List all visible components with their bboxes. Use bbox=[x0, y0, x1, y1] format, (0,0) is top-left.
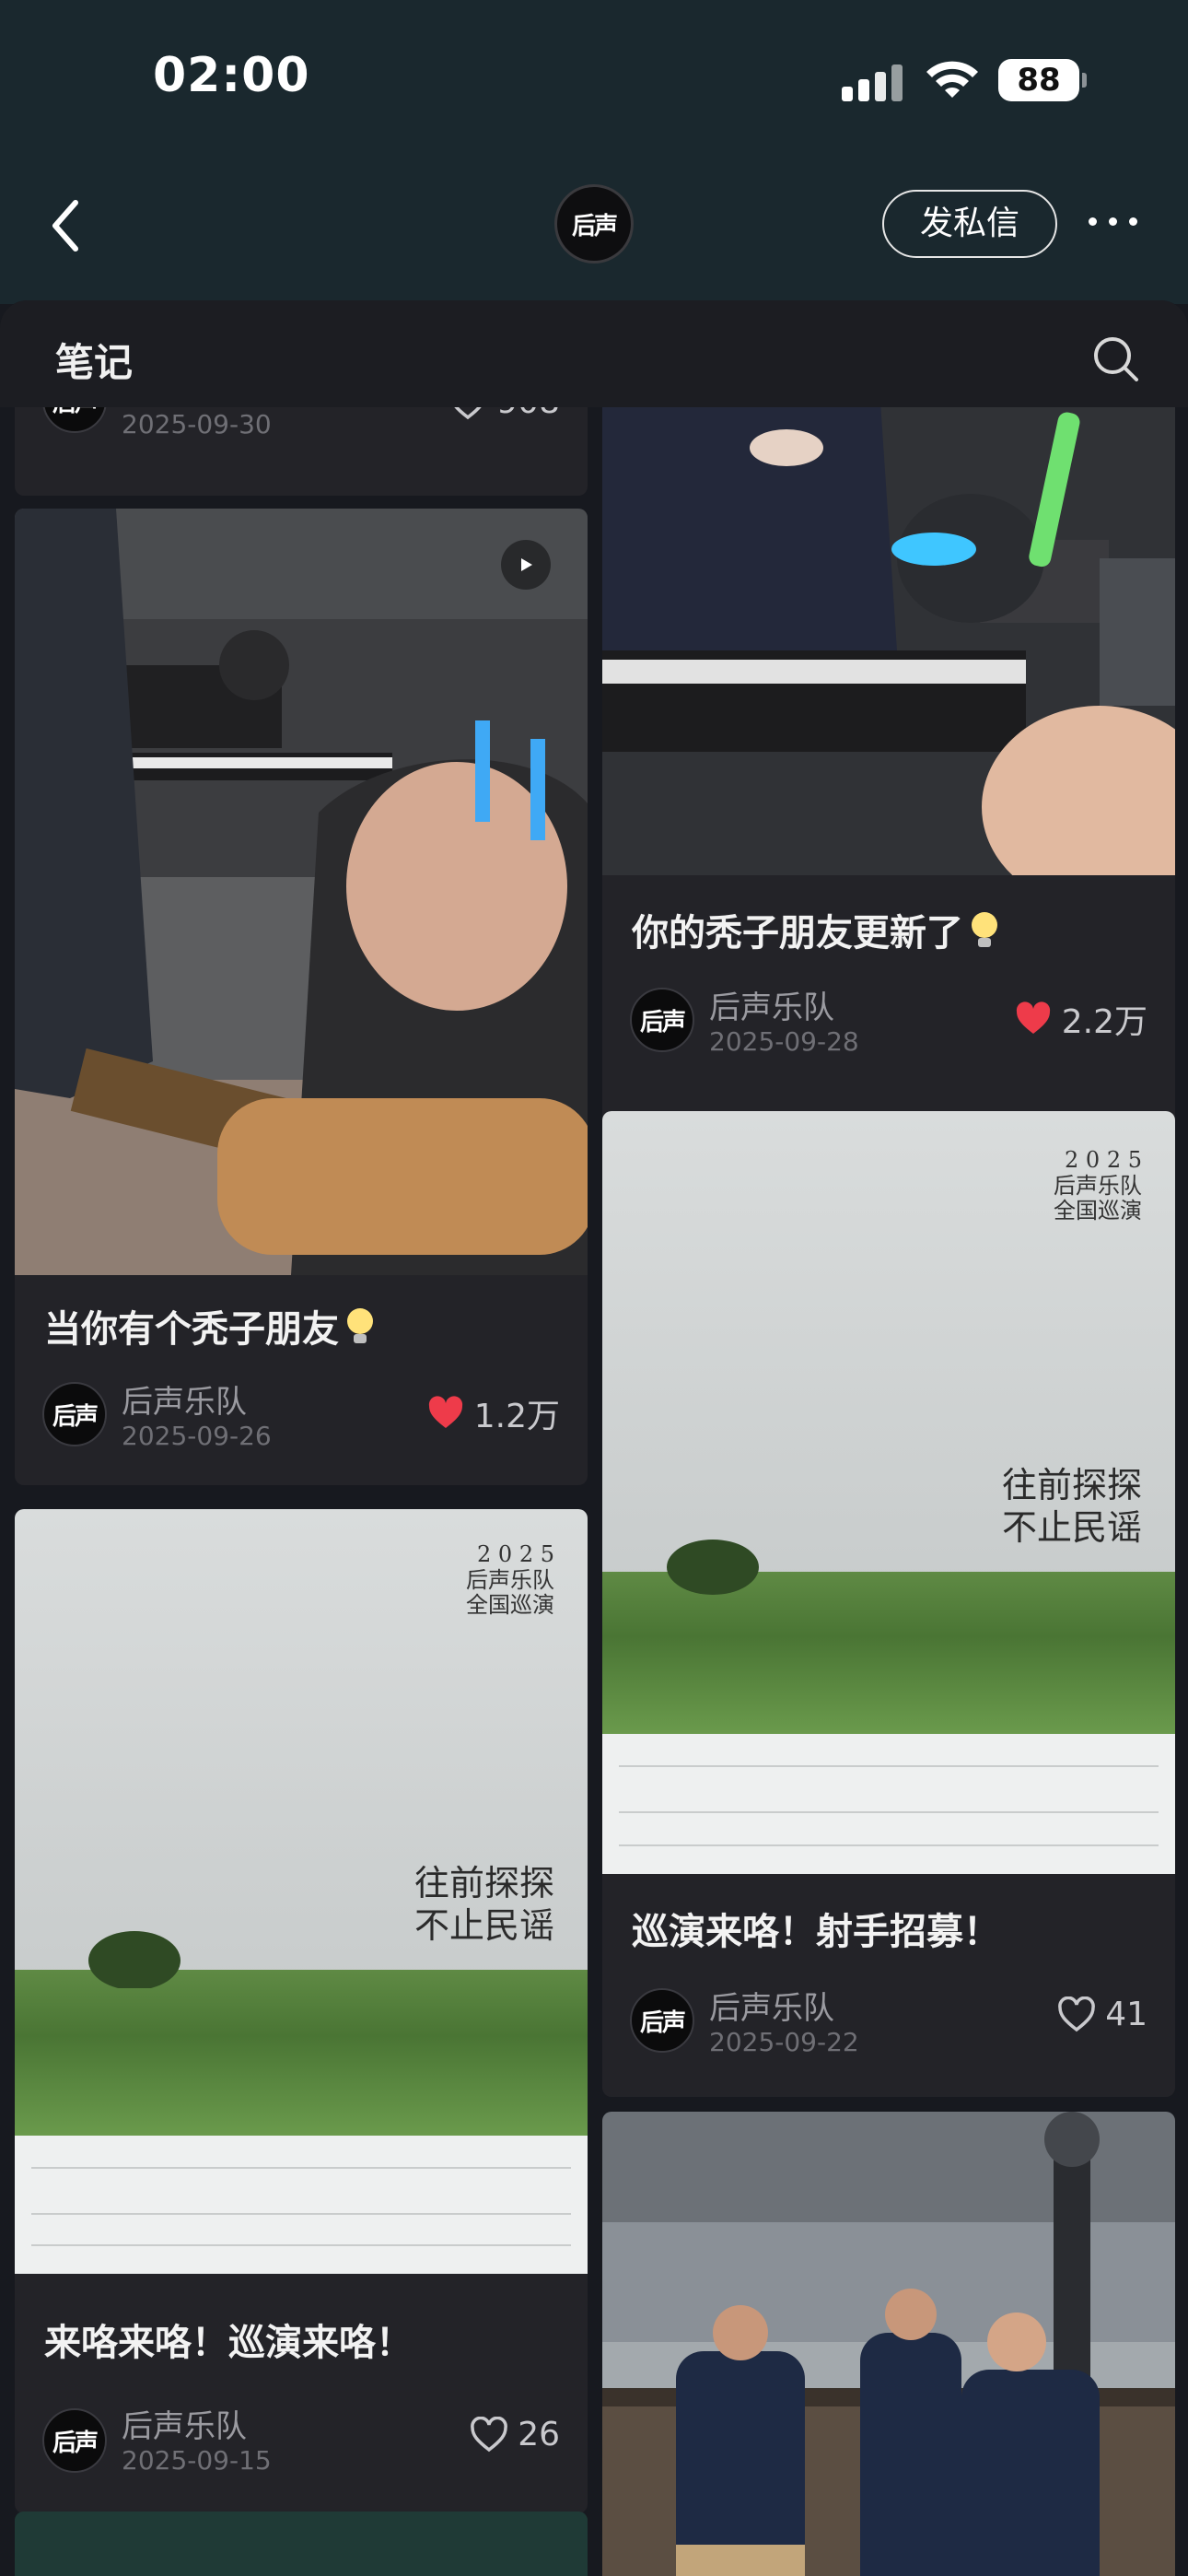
note-title: 巡演来咯！射手招募！ bbox=[632, 1911, 1000, 1953]
profile-avatar[interactable]: 后声 bbox=[554, 184, 634, 263]
search-icon[interactable] bbox=[1092, 335, 1140, 383]
note-card[interactable] bbox=[15, 2512, 588, 2576]
like-button[interactable]: 26 bbox=[470, 2416, 560, 2453]
status-time: 02:00 bbox=[153, 48, 310, 103]
author-avatar: 后声 bbox=[42, 2408, 107, 2473]
note-cover bbox=[15, 2512, 588, 2576]
poster-tour: 全国巡演 bbox=[1054, 1198, 1142, 1224]
note-card[interactable]: 2 0 2 5 后声乐队 全国巡演 往前探探 不止民谣 来咯来咯！巡演来咯！ 后… bbox=[15, 1509, 588, 2513]
chevron-left-icon bbox=[52, 200, 78, 252]
video-cover bbox=[602, 374, 1175, 875]
poster-slogan-2: 不止民谣 bbox=[413, 1904, 554, 1946]
band-photo bbox=[602, 2112, 1175, 2576]
heart-outline-icon bbox=[1058, 1996, 1096, 2032]
author-avatar: 后声 bbox=[42, 1382, 107, 1446]
heart-filled-icon bbox=[1016, 1001, 1050, 1034]
note-date: 2025-09-26 bbox=[122, 1421, 272, 1451]
poster-slogan-1: 往前探探 bbox=[1001, 1465, 1142, 1505]
poster-band: 后声乐队 bbox=[1054, 1172, 1142, 1199]
note-card[interactable] bbox=[602, 2112, 1175, 2576]
cellular-signal-icon bbox=[842, 64, 903, 101]
poster-slogan-2: 不止民谣 bbox=[1001, 1506, 1142, 1548]
video-cover bbox=[15, 509, 588, 1275]
note-title: 来咯来咯！巡演来咯！ bbox=[44, 2322, 413, 2364]
note-title: 当你有个秃子朋友 bbox=[44, 1299, 376, 1352]
tour-poster: 2 0 2 5 后声乐队 全国巡演 往前探探 不止民谣 bbox=[602, 1111, 1175, 1874]
like-count: 26 bbox=[518, 2416, 560, 2453]
heart-filled-icon bbox=[428, 1396, 462, 1428]
heart-outline-icon bbox=[471, 2416, 508, 2452]
notes-header: 笔记 bbox=[0, 300, 1188, 407]
author-name: 后声乐队 bbox=[122, 2408, 247, 2445]
like-count: 41 bbox=[1105, 1996, 1147, 2033]
band-logo: 后声 bbox=[571, 212, 618, 240]
note-date: 2025-09-30 bbox=[122, 409, 272, 439]
author-avatar: 后声 bbox=[630, 988, 694, 1052]
like-button[interactable]: 1.2万 bbox=[426, 1389, 560, 1437]
author-name: 后声乐队 bbox=[709, 989, 834, 1026]
like-count: 2.2万 bbox=[1061, 1003, 1147, 1041]
section-title: 笔记 bbox=[55, 340, 134, 385]
note-card[interactable]: 当你有个秃子朋友 后声 后声乐队 2025-09-26 1.2万 bbox=[15, 509, 588, 1485]
tour-schedule-table bbox=[602, 1734, 1175, 1874]
author-name: 后声乐队 bbox=[709, 1990, 834, 2027]
notes-sheet: 笔记 后声 2025-09-30 908 bbox=[0, 300, 1188, 2576]
note-title: 你的秃子朋友更新了 bbox=[632, 903, 1000, 956]
note-date: 2025-09-15 bbox=[122, 2445, 272, 2476]
send-message-button[interactable]: 发私信 bbox=[882, 190, 1057, 258]
poster-band: 后声乐队 bbox=[466, 1566, 554, 1593]
battery-indicator: 88 bbox=[998, 59, 1087, 101]
lightbulb-icon bbox=[347, 1308, 373, 1343]
tour-schedule-table bbox=[15, 2136, 588, 2274]
more-options-button[interactable] bbox=[1087, 208, 1142, 236]
note-date: 2025-09-22 bbox=[709, 2027, 859, 2057]
like-button[interactable]: 41 bbox=[1057, 1996, 1147, 2033]
poster-year: 2 0 2 5 bbox=[1065, 1147, 1142, 1173]
author-name: 后声乐队 bbox=[122, 1384, 247, 1421]
author-avatar: 后声 bbox=[630, 1988, 694, 2053]
like-count: 1.2万 bbox=[473, 1398, 560, 1435]
tour-poster: 2 0 2 5 后声乐队 全国巡演 往前探探 不止民谣 bbox=[15, 1509, 588, 2274]
poster-tour: 全国巡演 bbox=[466, 1592, 554, 1619]
play-icon bbox=[501, 540, 551, 590]
poster-year: 2 0 2 5 bbox=[477, 1541, 554, 1567]
lightbulb-icon bbox=[972, 912, 997, 947]
note-card[interactable]: 2 0 2 5 后声乐队 全国巡演 往前探探 不止民谣 巡演来咯！射手招募！ 后… bbox=[602, 1111, 1175, 2097]
like-button[interactable]: 2.2万 bbox=[1014, 995, 1147, 1043]
wifi-icon bbox=[925, 57, 980, 100]
note-date: 2025-09-28 bbox=[709, 1026, 859, 1057]
back-button[interactable] bbox=[44, 193, 90, 258]
poster-slogan-1: 往前探探 bbox=[413, 1863, 554, 1903]
